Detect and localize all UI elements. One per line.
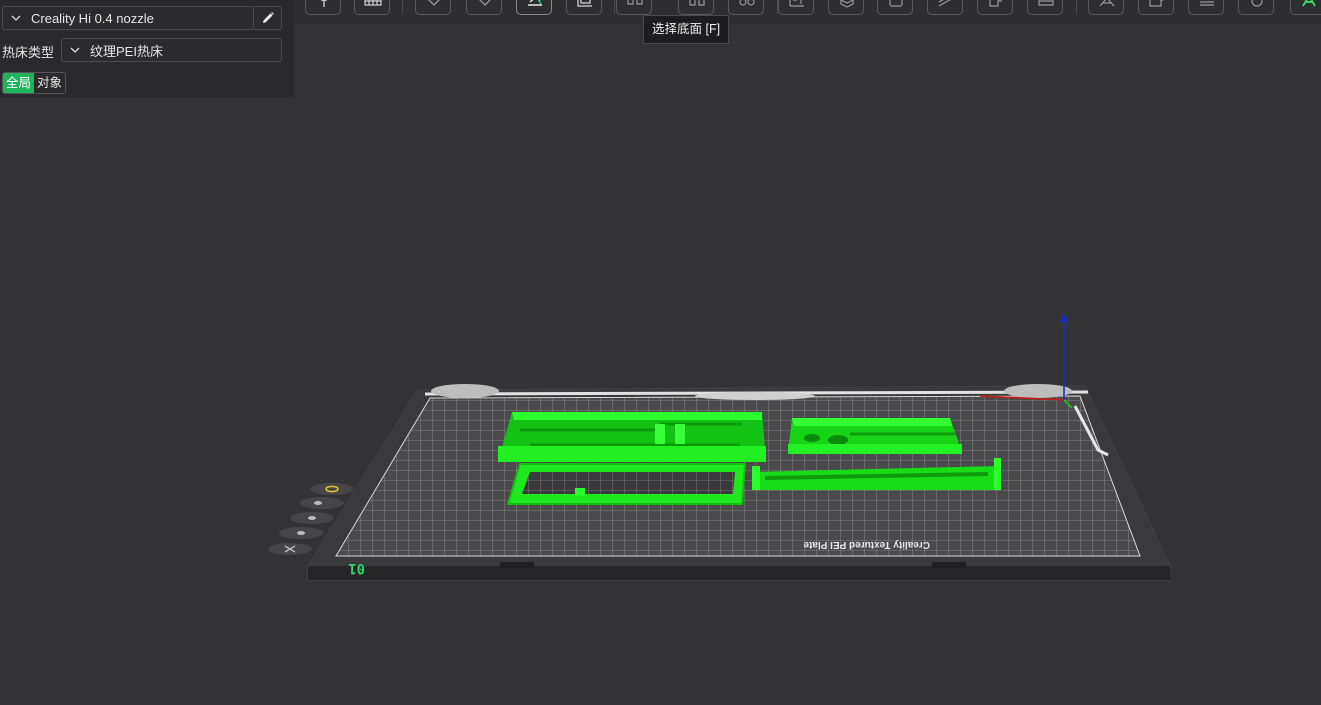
home-button[interactable] xyxy=(310,483,354,495)
model-part-1[interactable] xyxy=(498,412,766,462)
model-part-2[interactable] xyxy=(507,463,746,505)
scene-canvas: 01 Creality Textured PEI Plate xyxy=(268,313,1173,581)
orbit-button[interactable] xyxy=(290,512,334,524)
pan-button[interactable] xyxy=(279,527,323,539)
pan-icon xyxy=(297,531,305,535)
3d-viewport[interactable]: 01 Creality Textured PEI Plate xyxy=(0,98,1321,705)
plate-number: 01 xyxy=(348,560,365,576)
model-part-3[interactable] xyxy=(788,418,962,454)
close-button[interactable] xyxy=(268,543,312,555)
zoom-icon xyxy=(314,501,322,505)
orbit-icon xyxy=(308,516,316,520)
zoom-button[interactable] xyxy=(300,497,344,509)
bed-brand-text: Creality Textured PEI Plate xyxy=(803,539,930,550)
